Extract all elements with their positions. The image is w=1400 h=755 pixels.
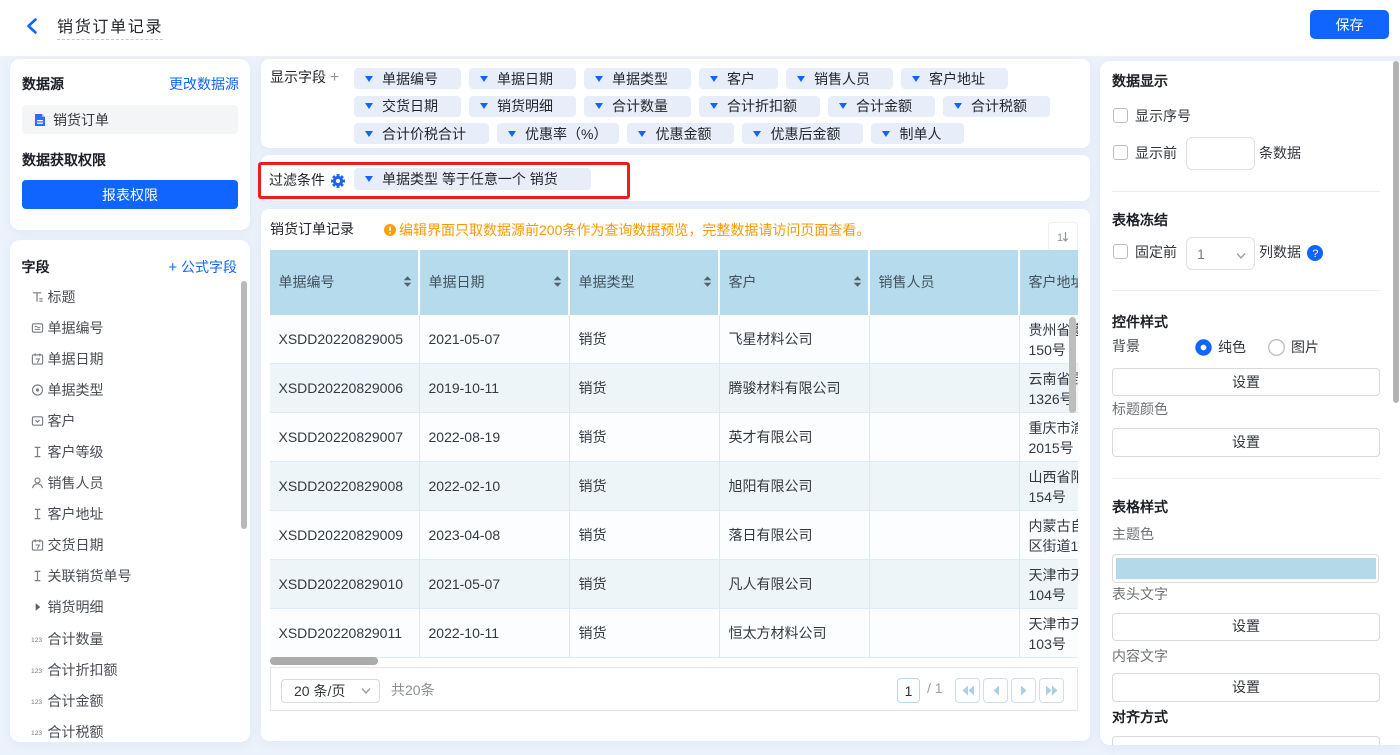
svg-text:123: 123 (31, 668, 42, 675)
svg-text:123: 123 (31, 636, 42, 643)
svg-text:?: ? (1312, 248, 1318, 260)
svg-text:123: 123 (31, 730, 42, 737)
svg-text:123: 123 (31, 699, 42, 706)
svg-text:1: 1 (1057, 232, 1063, 244)
